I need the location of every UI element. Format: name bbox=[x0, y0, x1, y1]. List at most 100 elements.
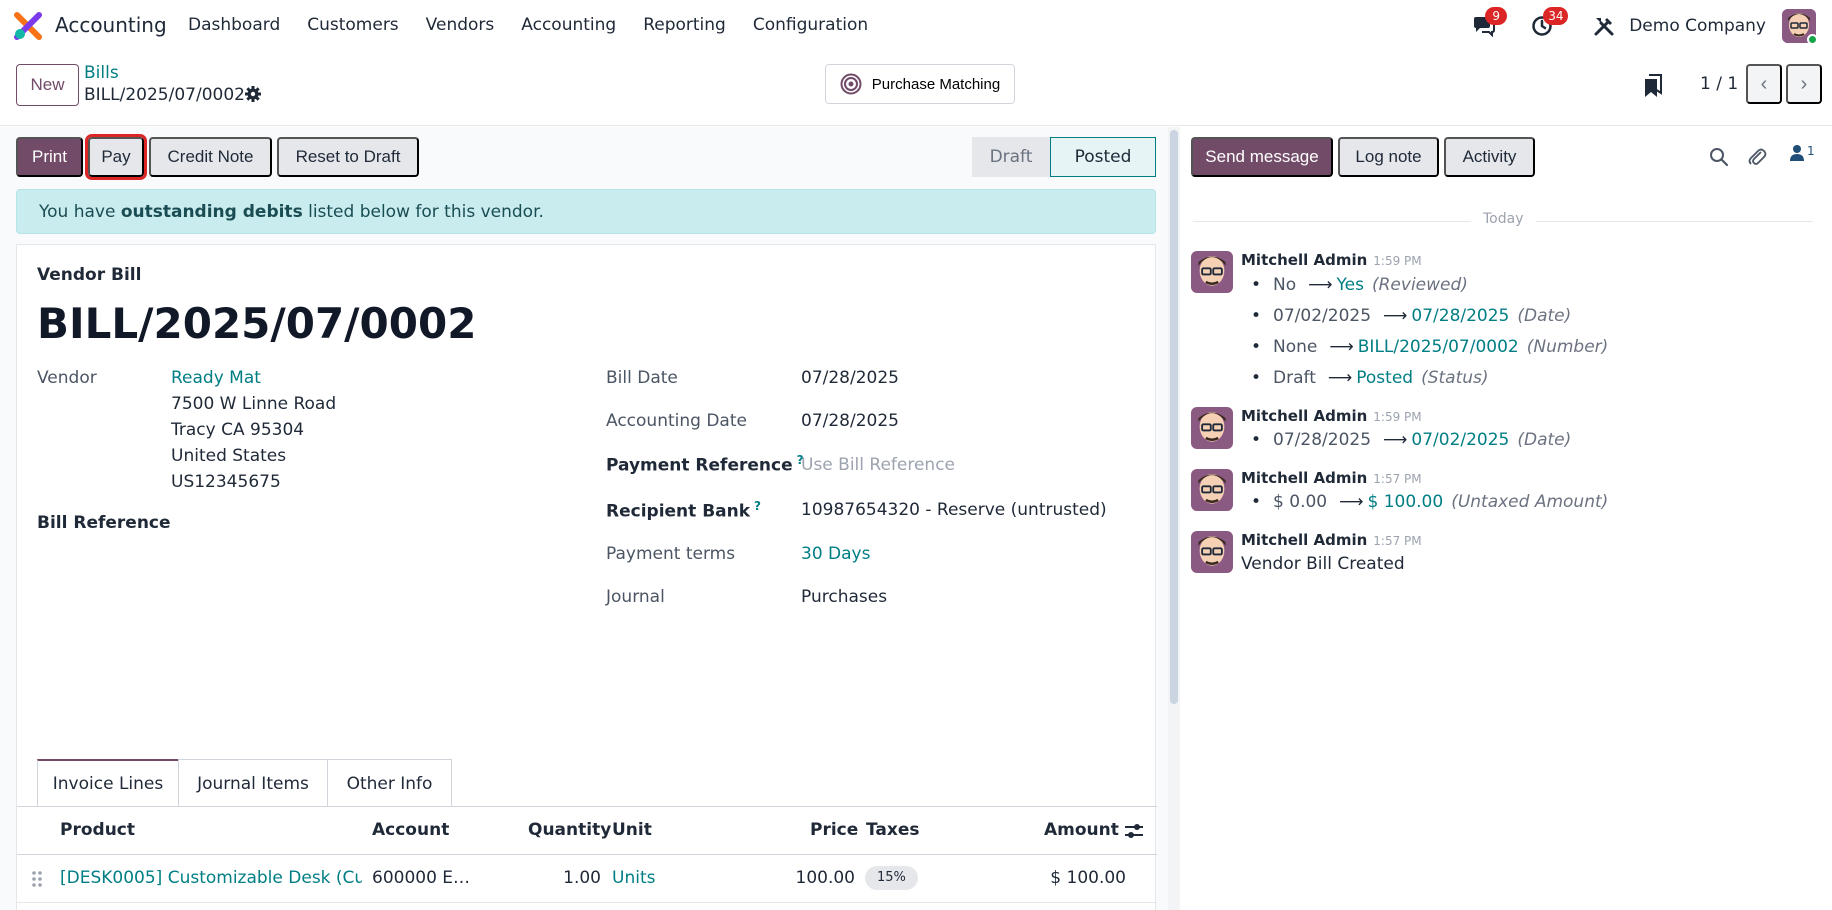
tracking-new: 07/28/2025 bbox=[1411, 306, 1510, 326]
log-note-button[interactable]: Log note bbox=[1338, 137, 1439, 177]
gear-icon[interactable] bbox=[244, 85, 262, 103]
pager-next-button[interactable]: › bbox=[1786, 64, 1822, 104]
message-author[interactable]: Mitchell Admin 1:59 PM bbox=[1241, 251, 1422, 269]
followers-button[interactable]: 1 bbox=[1789, 144, 1815, 162]
col-taxes[interactable]: Taxes bbox=[866, 820, 920, 840]
print-button[interactable]: Print bbox=[16, 137, 83, 177]
tracking-new: Yes bbox=[1336, 275, 1364, 295]
new-button[interactable]: New bbox=[16, 64, 79, 106]
alert-outstanding-debits-link[interactable]: outstanding debits bbox=[121, 202, 303, 222]
line-account[interactable]: 600000 E… bbox=[372, 868, 472, 888]
line-product[interactable]: [DESK0005] Customizable Desk (Custo bbox=[60, 868, 362, 888]
status-draft[interactable]: Draft bbox=[972, 137, 1050, 177]
send-message-button[interactable]: Send message bbox=[1191, 137, 1333, 177]
arrow-right-icon: ⟶ bbox=[1329, 337, 1354, 357]
invoice-line-row[interactable]: [DESK0005] Customizable Desk (Custo 6000… bbox=[17, 855, 1157, 903]
tracking-value: • 07/02/2025 ⟶ 07/28/2025 (Date) bbox=[1251, 306, 1571, 326]
pay-button[interactable]: Pay bbox=[85, 134, 147, 180]
pager-value[interactable]: 1 / 1 bbox=[1700, 74, 1738, 94]
tab-invoice-lines[interactable]: Invoice Lines bbox=[37, 759, 179, 807]
tab-journal-items[interactable]: Journal Items bbox=[178, 759, 328, 807]
bullet-icon: • bbox=[1251, 492, 1262, 512]
bookmark-icon[interactable] bbox=[1643, 74, 1663, 98]
app-name[interactable]: Accounting bbox=[55, 13, 167, 37]
message-author-avatar[interactable] bbox=[1191, 531, 1233, 573]
vendor-address-street: 7500 W Linne Road bbox=[171, 394, 337, 414]
activity-button[interactable]: Activity bbox=[1444, 137, 1535, 177]
pager-previous-button[interactable]: ‹ bbox=[1746, 64, 1782, 104]
line-tax-tag[interactable]: 15% bbox=[865, 866, 918, 890]
accounting-date-field[interactable]: 07/28/2025 bbox=[801, 411, 899, 431]
recipient-bank-help-icon[interactable]: ? bbox=[754, 499, 761, 513]
menu-customers[interactable]: Customers bbox=[307, 15, 398, 35]
accounting-app-icon[interactable] bbox=[14, 12, 42, 40]
menu-dashboard[interactable]: Dashboard bbox=[188, 15, 280, 35]
chevron-left-icon: ‹ bbox=[1760, 72, 1768, 95]
purchase-matching-button[interactable]: Purchase Matching bbox=[825, 64, 1015, 104]
line-price[interactable]: 100.00 bbox=[755, 868, 855, 888]
col-price[interactable]: Price bbox=[810, 820, 858, 840]
bullet-icon: • bbox=[1251, 275, 1262, 295]
drag-handle-icon[interactable] bbox=[31, 870, 43, 888]
user-avatar-icon bbox=[1191, 469, 1233, 511]
tracking-old: 07/28/2025 bbox=[1273, 430, 1372, 450]
status-posted[interactable]: Posted bbox=[1050, 137, 1156, 177]
online-status-dot bbox=[1807, 34, 1818, 45]
payment-terms-link[interactable]: 30 Days bbox=[801, 544, 870, 564]
col-unit[interactable]: Unit bbox=[612, 820, 652, 840]
tools-systray[interactable] bbox=[1591, 13, 1617, 39]
messages-systray[interactable]: 9 bbox=[1471, 7, 1508, 39]
recipient-bank-field[interactable]: 10987654320 - Reserve (untrusted) bbox=[801, 500, 1107, 520]
optional-columns-icon[interactable] bbox=[1123, 821, 1145, 841]
message-author[interactable]: Mitchell Admin 1:59 PM bbox=[1241, 407, 1422, 425]
menu-reporting[interactable]: Reporting bbox=[643, 15, 726, 35]
message-author-avatar[interactable] bbox=[1191, 251, 1233, 293]
payment-reference-label: Payment Reference? bbox=[606, 453, 804, 476]
empty-line-row bbox=[17, 903, 1157, 910]
tracking-field: (Untaxed Amount) bbox=[1451, 492, 1609, 512]
payment-reference-input[interactable]: Use Bill Reference bbox=[801, 455, 955, 475]
tracking-old: 07/02/2025 bbox=[1273, 306, 1372, 326]
company-switcher[interactable]: Demo Company bbox=[1629, 16, 1766, 36]
bullet-icon: • bbox=[1251, 306, 1262, 326]
tab-other-info[interactable]: Other Info bbox=[327, 759, 452, 807]
activities-badge: 34 bbox=[1543, 7, 1569, 25]
message-body: Vendor Bill Created bbox=[1241, 554, 1405, 574]
payment-terms-label: Payment terms bbox=[606, 544, 736, 564]
activities-systray[interactable]: 34 bbox=[1529, 7, 1569, 39]
user-avatar[interactable] bbox=[1782, 9, 1818, 45]
tracking-field: (Reviewed) bbox=[1371, 275, 1468, 295]
form-scrollbar-thumb[interactable] bbox=[1170, 130, 1178, 704]
message-author-name: Mitchell Admin bbox=[1241, 407, 1368, 425]
breadcrumb-bills[interactable]: Bills bbox=[84, 63, 119, 83]
menu-configuration[interactable]: Configuration bbox=[753, 15, 868, 35]
user-icon bbox=[1790, 145, 1804, 161]
recipient-bank-label: Recipient Bank? bbox=[606, 499, 761, 522]
line-unit[interactable]: Units bbox=[612, 868, 655, 888]
bill-date-field[interactable]: 07/28/2025 bbox=[801, 368, 899, 388]
paperclip-icon[interactable] bbox=[1747, 146, 1767, 168]
menu-accounting[interactable]: Accounting bbox=[521, 15, 616, 35]
reset-to-draft-button[interactable]: Reset to Draft bbox=[277, 137, 419, 177]
line-quantity[interactable]: 1.00 bbox=[506, 868, 601, 888]
journal-field[interactable]: Purchases bbox=[801, 587, 887, 607]
chatter-panel: Send message Log note Activity 1 Today M… bbox=[1181, 127, 1832, 910]
breadcrumb-current: BILL/2025/07/0002 bbox=[84, 85, 245, 105]
main-menu: Dashboard Customers Vendors Accounting R… bbox=[188, 15, 895, 35]
message-author-avatar[interactable] bbox=[1191, 469, 1233, 511]
bill-number: BILL/2025/07/0002 bbox=[37, 299, 477, 348]
col-quantity[interactable]: Quantity bbox=[528, 820, 611, 840]
form-view: Print Pay Credit Note Reset to Draft Dra… bbox=[0, 127, 1180, 910]
col-product[interactable]: Product bbox=[60, 820, 135, 840]
message-author-avatar[interactable] bbox=[1191, 407, 1233, 449]
vendor-name-link[interactable]: Ready Mat bbox=[171, 368, 261, 388]
credit-note-button[interactable]: Credit Note bbox=[149, 137, 272, 177]
top-navbar: Accounting Dashboard Customers Vendors A… bbox=[0, 0, 1832, 50]
col-amount[interactable]: Amount bbox=[1044, 820, 1119, 840]
menu-vendors[interactable]: Vendors bbox=[426, 15, 495, 35]
col-account[interactable]: Account bbox=[372, 820, 449, 840]
search-icon[interactable] bbox=[1709, 147, 1729, 167]
message-time: 1:57 PM bbox=[1373, 472, 1422, 486]
message-author[interactable]: Mitchell Admin 1:57 PM bbox=[1241, 531, 1422, 549]
message-author[interactable]: Mitchell Admin 1:57 PM bbox=[1241, 469, 1422, 487]
